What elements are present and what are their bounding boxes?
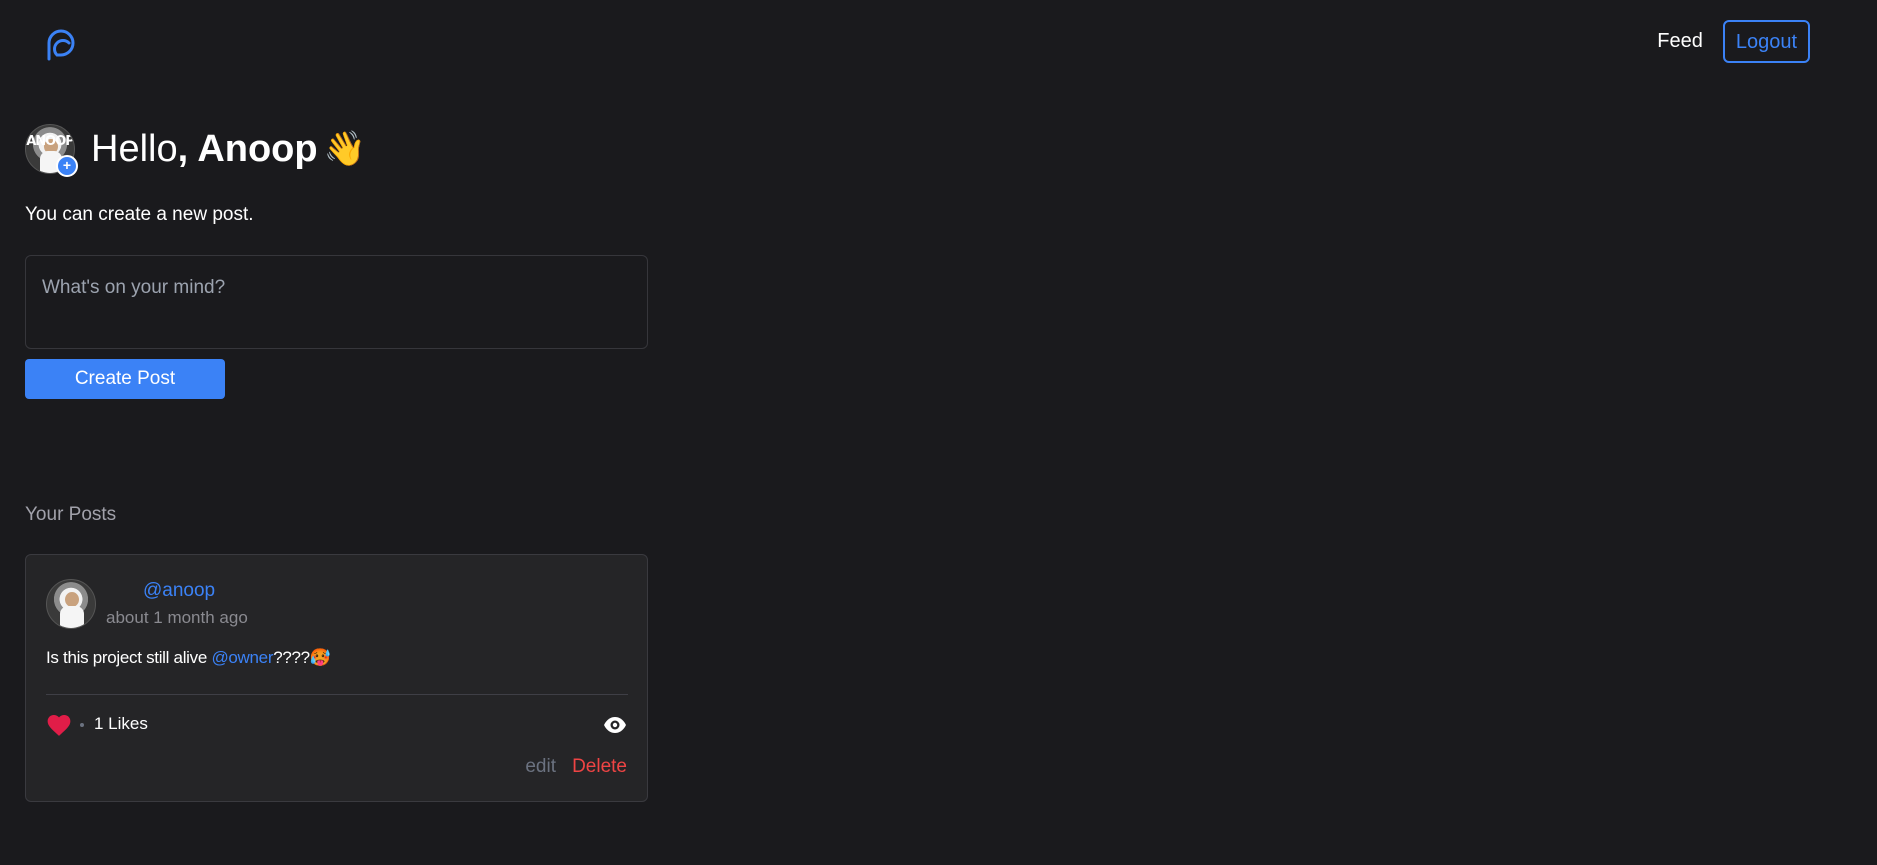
- post-body-suffix: ????🥵: [273, 648, 331, 667]
- top-navbar: Feed Logout: [0, 0, 1877, 86]
- hello-text: Hello: [91, 127, 178, 170]
- your-posts-heading: Your Posts: [25, 504, 117, 525]
- composer-subtitle: You can create a new post.: [25, 204, 254, 225]
- logout-button[interactable]: Logout: [1722, 20, 1810, 63]
- profile-avatar[interactable]: ANOOP +: [25, 124, 78, 177]
- edit-post-button[interactable]: edit: [525, 756, 556, 778]
- post-composer-input[interactable]: [25, 255, 648, 349]
- plus-icon[interactable]: +: [56, 155, 78, 177]
- post-author-handle[interactable]: @anoop: [143, 580, 215, 602]
- post-card: @anoop about 1 month ago Is this project…: [25, 554, 648, 802]
- greeting-row: ANOOP + Hello, Anoop 👋: [25, 124, 366, 177]
- likes-count: 1 Likes: [94, 714, 148, 733]
- nav-links: Feed Logout: [1657, 20, 1810, 63]
- wave-emoji-icon: 👋: [323, 130, 366, 168]
- page-title: Hello, Anoop: [91, 128, 318, 171]
- post-content: Is this project still alive @owner????🥵: [46, 648, 331, 668]
- eye-icon[interactable]: [603, 715, 627, 735]
- nav-feed-link[interactable]: Feed: [1657, 30, 1703, 53]
- create-post-button[interactable]: Create Post: [25, 359, 225, 399]
- user-name: , Anoop: [177, 127, 318, 170]
- delete-post-button[interactable]: Delete: [572, 756, 627, 778]
- app-logo-icon[interactable]: [43, 25, 79, 61]
- post-author-avatar[interactable]: [46, 579, 96, 629]
- post-divider: [46, 694, 628, 695]
- avatar-text: ANOOP: [26, 134, 74, 149]
- heart-icon[interactable]: [46, 713, 72, 737]
- post-mention-link[interactable]: @owner: [211, 648, 273, 667]
- post-body-text: Is this project still alive: [46, 648, 212, 667]
- separator-dot: [80, 723, 84, 727]
- post-timestamp: about 1 month ago: [106, 608, 248, 627]
